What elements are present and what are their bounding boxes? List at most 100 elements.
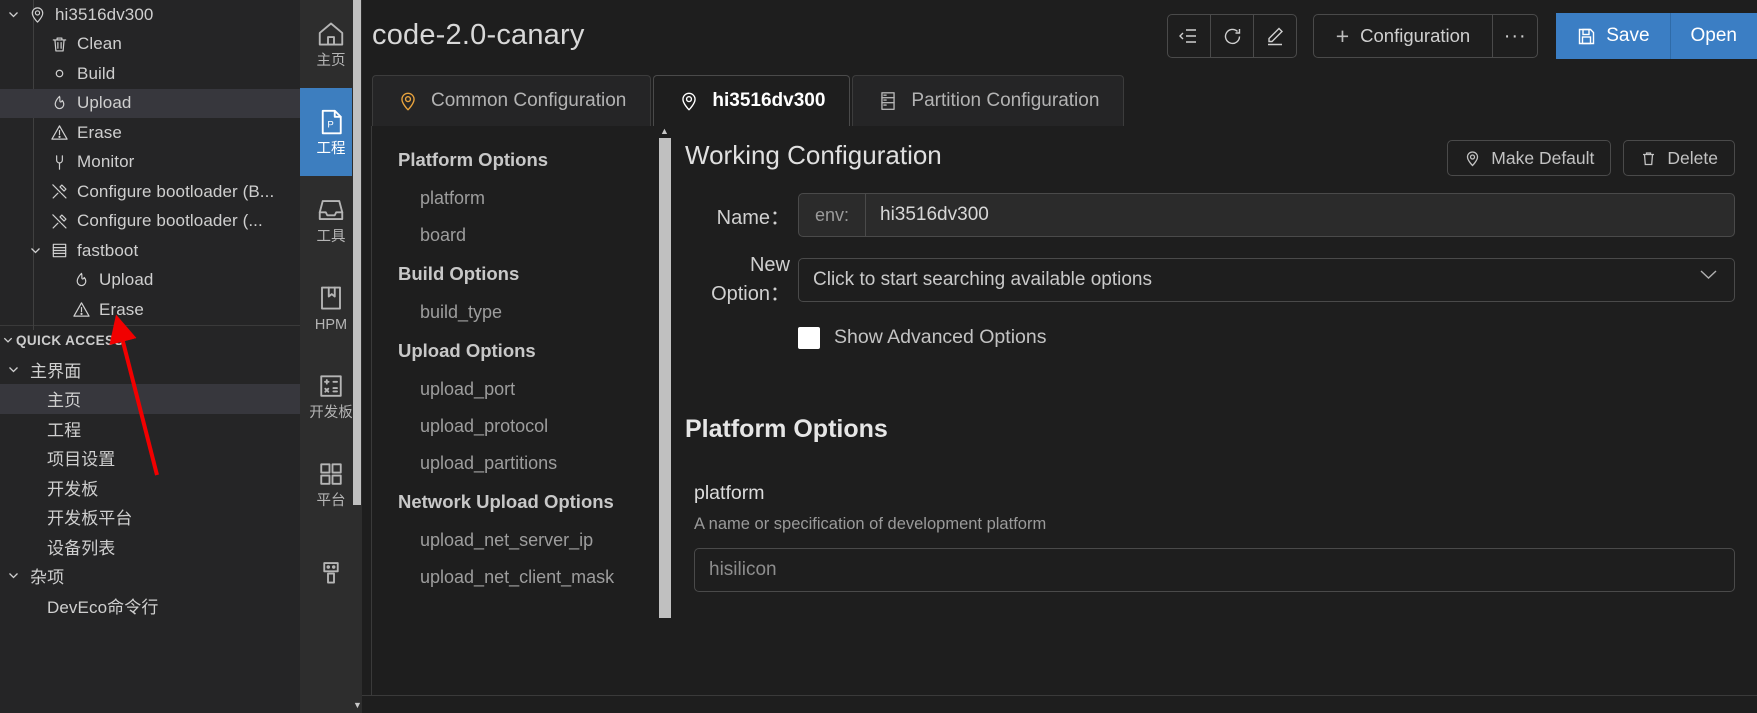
quick-access-group-杂项[interactable]: 杂项 — [0, 561, 300, 591]
content-scrollbar[interactable]: ▲ — [657, 126, 673, 709]
quick-access-item-项目设置[interactable]: 项目设置 — [0, 443, 300, 473]
configuration-more-button[interactable]: ··· — [1493, 15, 1537, 57]
chevron-down-icon[interactable] — [2, 569, 24, 582]
new-option-select[interactable]: Click to start searching available optio… — [798, 258, 1735, 302]
configuration-button-group: + Configuration ··· — [1312, 14, 1539, 58]
tree-item-erase[interactable]: Erase — [0, 118, 300, 148]
content-wrapper: ▲ Working Configuration Make Default Del… — [657, 126, 1757, 709]
content-scrollbar-thumb[interactable] — [659, 138, 671, 618]
delete-button[interactable]: Delete — [1623, 140, 1735, 176]
tree-item-hi3516dv300[interactable]: hi3516dv300 — [0, 0, 300, 30]
project-header: code-2.0-canary + Configuration ··· Save… — [362, 0, 1757, 70]
options-item-upload-partitions[interactable]: upload_partitions — [372, 445, 657, 482]
save-button[interactable]: Save — [1556, 13, 1671, 59]
options-item-upload-protocol[interactable]: upload_protocol — [372, 408, 657, 445]
options-item-platform[interactable]: platform — [372, 180, 657, 217]
make-default-button[interactable]: Make Default — [1447, 140, 1612, 176]
quick-access-item-DevEco命令行[interactable]: DevEco命令行 — [0, 591, 300, 621]
working-configuration-title: Working Configuration — [685, 140, 942, 170]
location-pin-icon — [678, 90, 700, 112]
options-nav: Platform Options platform board Build Optio… — [371, 126, 657, 709]
quick-access-item-label: 项目设置 — [47, 450, 116, 470]
rail-scroll-down-icon[interactable]: ▼ — [353, 699, 362, 711]
options-item-build-type[interactable]: build_type — [372, 294, 657, 331]
quick-access-item-label: 主页 — [47, 391, 82, 411]
inbox-icon — [316, 195, 346, 225]
tree-item-label: Upload — [77, 93, 132, 113]
tree-item-build[interactable]: Build — [0, 59, 300, 89]
rail-scrollbar-thumb[interactable] — [353, 0, 361, 505]
quick-access-item-主页[interactable]: 主页 — [0, 384, 300, 414]
quick-access-item-工程[interactable]: 工程 — [0, 414, 300, 444]
page-title: code-2.0-canary — [372, 18, 585, 51]
chevron-down-icon[interactable] — [2, 363, 24, 376]
tree-item-upload[interactable]: Upload — [0, 88, 300, 118]
open-button[interactable]: Open — [1670, 13, 1757, 59]
show-advanced-checkbox[interactable] — [798, 326, 820, 349]
new-option-placeholder: Click to start searching available optio… — [813, 269, 1153, 290]
quick-access-group-主界面[interactable]: 主界面 — [0, 355, 300, 385]
circle-icon — [46, 64, 72, 83]
edit-pencil-icon[interactable] — [1254, 15, 1296, 57]
name-input[interactable]: hi3516dv300 — [866, 194, 1734, 236]
configuration-label: Configuration — [1360, 25, 1471, 46]
options-item-upload-port[interactable]: upload_port — [372, 371, 657, 408]
home-icon — [316, 19, 346, 49]
rail-item-label: HPM — [314, 317, 348, 334]
rail-item-label: 平台 — [316, 493, 346, 510]
group-label: 杂项 — [30, 568, 65, 588]
name-field-row: Name： env: hi3516dv300 — [685, 193, 1757, 237]
chevron-down-icon[interactable] — [2, 8, 24, 21]
scroll-up-icon[interactable]: ▲ — [660, 127, 669, 136]
plug-icon — [46, 153, 72, 172]
activity-rail: 主页 P 工程 工具 HPM 开发板 平台 ▼ — [300, 0, 362, 713]
options-group-platform-options: Platform Options — [398, 149, 549, 170]
chevron-down-icon[interactable] — [24, 244, 46, 257]
app-window: hi3516dv300 Clean Build Upload Erase Monitor C… — [0, 0, 1757, 713]
quick-access-item-设备列表[interactable]: 设备列表 — [0, 532, 300, 562]
rail-item-label: 开发板 — [309, 405, 353, 422]
quick-access-item-开发板平台[interactable]: 开发板平台 — [0, 502, 300, 532]
collapse-all-icon[interactable] — [1168, 15, 1211, 57]
tab-label: Common Configuration — [431, 90, 627, 111]
options-item-upload-net-server-ip[interactable]: upload_net_server_ip — [372, 522, 657, 559]
server-icon — [46, 241, 72, 260]
tree-item-configure-bootloader-b[interactable]: Configure bootloader (B... — [0, 177, 300, 207]
tree-item-label: Build — [77, 63, 116, 83]
working-config-header: Working Configuration Make Default Delet… — [685, 136, 1757, 176]
tab-label: hi3516dv300 — [712, 90, 826, 111]
explorer-sidebar: hi3516dv300 Clean Build Upload Erase Monitor C… — [0, 0, 300, 713]
plus-icon: + — [1335, 22, 1350, 49]
quick-access-header[interactable]: QUICK ACCESS — [0, 324, 300, 355]
name-label: Name： — [716, 206, 790, 229]
rail-scrollbar[interactable]: ▼ — [352, 0, 362, 713]
options-item-board[interactable]: board — [372, 217, 657, 254]
header-actions: + Configuration ··· Save Open — [1166, 13, 1757, 59]
tree-item-monitor[interactable]: Monitor — [0, 148, 300, 178]
tree-item-label: Upload — [99, 270, 154, 290]
tab-common-configuration[interactable]: Common Configuration — [372, 75, 652, 126]
trash-icon — [46, 35, 72, 54]
tree-item-configure-bootloader[interactable]: Configure bootloader (... — [0, 207, 300, 237]
tree-item-fastboot[interactable]: fastboot — [0, 236, 300, 266]
show-advanced-row[interactable]: Show Advanced Options — [798, 326, 1757, 349]
tree-item-clean[interactable]: Clean — [0, 30, 300, 60]
tree-item-upload[interactable]: Upload — [0, 266, 300, 296]
chevron-down-icon[interactable] — [0, 334, 16, 346]
tab-partition-configuration[interactable]: Partition Configuration — [852, 75, 1125, 126]
refresh-icon[interactable] — [1211, 15, 1254, 57]
tree-item-erase[interactable]: Erase — [0, 295, 300, 325]
platform-option-name: platform — [694, 482, 765, 504]
name-input-group[interactable]: env: hi3516dv300 — [798, 193, 1735, 237]
add-configuration-button[interactable]: + Configuration — [1314, 15, 1494, 57]
tab-hi3516dv300[interactable]: hi3516dv300 — [653, 75, 851, 126]
platform-option-input[interactable]: hisilicon — [694, 548, 1735, 592]
flame-icon — [46, 94, 72, 113]
rail-item-label: 工程 — [316, 141, 346, 158]
tab-label: Partition Configuration — [911, 90, 1100, 111]
project-tree: hi3516dv300 Clean Build Upload Erase Monitor C… — [0, 0, 300, 325]
platform-options-title: Platform Options — [685, 415, 888, 443]
quick-access-item-开发板[interactable]: 开发板 — [0, 473, 300, 503]
options-item-upload-net-client-mask[interactable]: upload_net_client_mask — [372, 559, 657, 596]
bottom-strip — [362, 695, 1757, 713]
